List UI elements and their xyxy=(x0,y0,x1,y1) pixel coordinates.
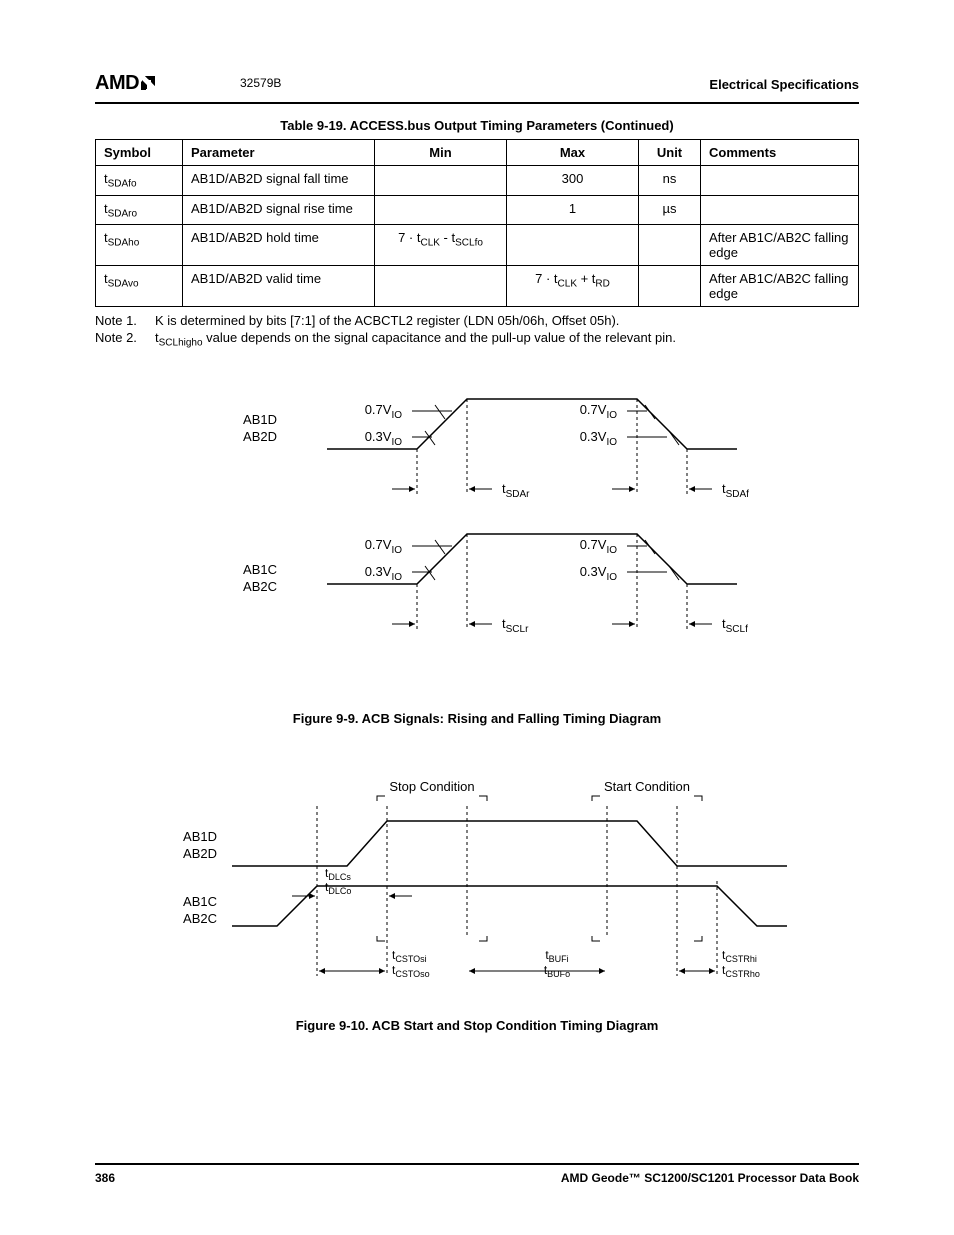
svg-text:0.3VIO: 0.3VIO xyxy=(365,564,403,583)
th-parameter: Parameter xyxy=(183,140,375,166)
signal-label: AB2D xyxy=(243,429,277,444)
note-text: tSCLhigho value depends on the signal ca… xyxy=(155,330,676,349)
th-comments: Comments xyxy=(701,140,859,166)
signal-label: AB1C xyxy=(183,894,217,909)
th-min: Min xyxy=(375,140,507,166)
svg-text:tBUFo: tBUFo xyxy=(544,963,570,979)
page-number: 386 xyxy=(95,1171,115,1185)
signal-label: AB1D xyxy=(243,412,277,427)
svg-text:tSCLr: tSCLr xyxy=(502,616,529,635)
figure-9-9-caption: Figure 9-9. ACB Signals: Rising and Fall… xyxy=(95,711,859,726)
table-notes: Note 1. K is determined by bits [7:1] of… xyxy=(95,313,859,349)
start-condition-label: Start Condition xyxy=(604,779,690,794)
svg-text:0.3VIO: 0.3VIO xyxy=(365,429,403,448)
note-label: Note 2. xyxy=(95,330,155,349)
svg-text:tDLCo: tDLCo xyxy=(325,880,351,896)
amd-logo: AMD xyxy=(95,70,161,96)
note-label: Note 1. xyxy=(95,313,155,328)
param-table: Symbol Parameter Min Max Unit Comments t… xyxy=(95,139,859,307)
svg-text:tCSTRho: tCSTRho xyxy=(722,963,760,979)
table-row: tSDAro AB1D/AB2D signal rise time 1 µs xyxy=(96,195,859,225)
svg-text:tCSTOso: tCSTOso xyxy=(392,963,430,979)
book-title: AMD Geode™ SC1200/SC1201 Processor Data … xyxy=(561,1171,859,1185)
table-caption: Table 9-19. ACCESS.bus Output Timing Par… xyxy=(95,118,859,133)
svg-text:tSCLf: tSCLf xyxy=(722,616,748,635)
svg-text:0.7VIO: 0.7VIO xyxy=(580,537,618,556)
svg-text:tSDAf: tSDAf xyxy=(722,481,749,500)
svg-text:0.3VIO: 0.3VIO xyxy=(580,564,618,583)
table-row: tSDAvo AB1D/AB2D valid time 7 · tCLK + t… xyxy=(96,266,859,307)
signal-label: AB2C xyxy=(243,579,277,594)
table-row: tSDAfo AB1D/AB2D signal fall time 300 ns xyxy=(96,166,859,196)
signal-label: AB1D xyxy=(183,829,217,844)
figure-9-9-diagram: AB1D AB2D 0.7VIO 0.3VIO 0.7VIO 0.3VIO tS… xyxy=(177,379,777,699)
svg-text:0.7VIO: 0.7VIO xyxy=(365,537,403,556)
svg-text:tCSTRhi: tCSTRhi xyxy=(722,948,757,964)
th-symbol: Symbol xyxy=(96,140,183,166)
figure-9-10-caption: Figure 9-10. ACB Start and Stop Conditio… xyxy=(95,1018,859,1033)
amd-arrow-icon xyxy=(141,70,161,96)
svg-text:tCSTOsi: tCSTOsi xyxy=(392,948,427,964)
svg-text:0.3VIO: 0.3VIO xyxy=(580,429,618,448)
figure-9-10-diagram: Stop Condition Start Condition AB1D AB2D… xyxy=(137,776,817,1006)
signal-label: AB2C xyxy=(183,911,217,926)
signal-label: AB2D xyxy=(183,846,217,861)
svg-text:0.7VIO: 0.7VIO xyxy=(365,402,403,421)
section-title: Electrical Specifications xyxy=(709,77,859,92)
th-max: Max xyxy=(507,140,639,166)
page-header: AMD 32579B Electrical Specifications xyxy=(95,70,859,104)
doc-number: 32579B xyxy=(240,76,281,90)
th-unit: Unit xyxy=(639,140,701,166)
page-footer: 386 AMD Geode™ SC1200/SC1201 Processor D… xyxy=(95,1163,859,1185)
stop-condition-label: Stop Condition xyxy=(389,779,474,794)
svg-text:tDLCs: tDLCs xyxy=(325,866,351,882)
table-row: tSDAho AB1D/AB2D hold time 7 · tCLK - tS… xyxy=(96,225,859,266)
svg-text:tSDAr: tSDAr xyxy=(502,481,530,500)
logo-text: AMD xyxy=(95,72,139,95)
svg-text:tBUFi: tBUFi xyxy=(545,948,568,964)
svg-text:0.7VIO: 0.7VIO xyxy=(580,402,618,421)
signal-label: AB1C xyxy=(243,562,277,577)
note-text: K is determined by bits [7:1] of the ACB… xyxy=(155,313,619,328)
